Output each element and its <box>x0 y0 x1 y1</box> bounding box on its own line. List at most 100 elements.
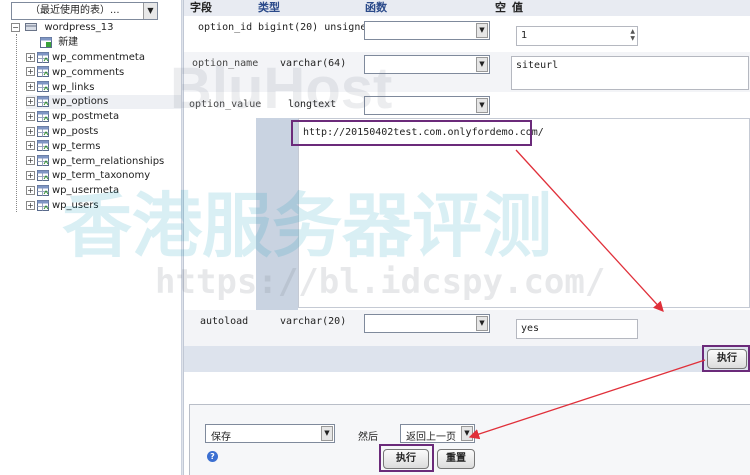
expand-icon[interactable]: + <box>26 200 35 210</box>
recent-tables-value: （最近使用的表）... <box>30 5 120 16</box>
chevron-down-icon[interactable]: ▼ <box>321 426 333 441</box>
highlight-execute-top <box>702 345 750 372</box>
table-icon <box>37 125 49 137</box>
database-name: wordpress_13 <box>44 22 114 33</box>
field-autoload: autoload <box>200 316 249 327</box>
table-item[interactable]: + wp_comments <box>26 66 181 80</box>
expand-icon[interactable]: + <box>26 156 35 166</box>
chevron-down-icon[interactable]: ▼ <box>476 98 488 113</box>
table-item[interactable]: + wp_usermeta <box>26 184 181 198</box>
table-name: wp_posts <box>52 126 99 137</box>
value-input-option-name[interactable]: siteurl <box>511 56 749 90</box>
header-function: 函数 <box>365 1 387 14</box>
table-icon <box>37 110 49 122</box>
chevron-down-icon[interactable]: ▼ <box>461 426 473 441</box>
table-name: wp_links <box>52 81 95 93</box>
value-textarea-option-value[interactable] <box>298 118 750 308</box>
function-select-option-value[interactable]: ▼ <box>364 96 490 115</box>
table-item[interactable]: + wp_term_relationships <box>26 155 181 169</box>
type-option-id: bigint(20) unsigned <box>258 22 373 33</box>
table-icon <box>37 66 49 78</box>
expand-icon[interactable]: + <box>26 111 35 121</box>
textarea-gutter <box>256 118 298 310</box>
header-null: 空 <box>495 1 506 14</box>
table-item[interactable]: + wp_postmeta <box>26 110 181 124</box>
type-option-value: longtext <box>288 99 337 110</box>
field-option-value: option_value <box>189 99 262 110</box>
expand-icon[interactable]: + <box>26 82 35 92</box>
after-insert-value: 返回上一页 <box>406 432 456 443</box>
expand-icon[interactable]: + <box>26 52 35 62</box>
table-item[interactable]: + wp_options <box>26 95 181 110</box>
table-item[interactable]: + wp_links <box>26 81 181 95</box>
header-type: 类型 <box>258 1 280 14</box>
value-input-option-id[interactable]: 1 ▲ ▼ <box>516 26 638 46</box>
table-icon <box>37 199 49 211</box>
field-option-id: option_id <box>198 22 253 33</box>
new-table-icon <box>40 36 52 48</box>
table-name: wp_comments <box>52 66 125 78</box>
action-select[interactable]: 保存 ▼ <box>205 424 335 443</box>
header-field: 字段 <box>190 1 212 14</box>
function-select-autoload[interactable]: ▼ <box>364 314 490 333</box>
table-icon <box>37 51 49 63</box>
table-name: wp_term_taxonomy <box>52 170 151 182</box>
insert-row-form: 字段 类型 函数 空 值 option_id bigint(20) unsign… <box>184 0 750 475</box>
table-icon <box>37 169 49 181</box>
value-option-name: siteurl <box>516 60 559 71</box>
table-icon <box>37 155 49 167</box>
expand-icon[interactable]: + <box>26 141 35 151</box>
type-option-name: varchar(64) <box>280 58 347 69</box>
type-autoload: varchar(20) <box>280 316 347 327</box>
navigation-panel: （最近使用的表）... ▼ − wordpress_13 新建 + wp_comm… <box>0 0 181 475</box>
spacer <box>184 372 750 404</box>
value-option-id: 1 <box>521 30 528 41</box>
expand-icon[interactable]: + <box>26 170 35 180</box>
table-item[interactable]: + wp_posts <box>26 125 181 139</box>
database-icon <box>25 23 38 31</box>
execute-bar <box>184 346 750 372</box>
collapse-icon[interactable]: − <box>11 22 20 32</box>
table-item[interactable]: + wp_commentmeta <box>26 51 181 65</box>
then-label: 然后 <box>358 432 378 443</box>
database-node[interactable]: − wordpress_13 <box>11 21 114 35</box>
table-name: wp_users <box>52 200 99 211</box>
expand-icon[interactable]: + <box>26 96 35 106</box>
action-select-value: 保存 <box>211 432 231 443</box>
table-name: wp_commentmeta <box>52 52 145 63</box>
table-item[interactable]: + wp_users <box>26 199 181 213</box>
expand-icon[interactable]: + <box>26 126 35 136</box>
table-name: wp_terms <box>52 140 101 152</box>
table-item[interactable]: + wp_terms <box>26 140 181 154</box>
highlight-execute-bottom <box>379 444 434 472</box>
expand-icon[interactable]: + <box>26 185 35 195</box>
tree-guide-line <box>16 34 17 212</box>
table-name: wp_term_relationships <box>52 155 165 167</box>
table-icon <box>37 140 49 152</box>
new-table-link[interactable]: 新建 <box>40 36 78 50</box>
table-name: wp_usermeta <box>52 185 120 197</box>
value-input-autoload[interactable]: yes <box>516 319 638 339</box>
function-select-option-id[interactable]: ▼ <box>364 21 490 40</box>
after-insert-select[interactable]: 返回上一页 ▼ <box>400 424 475 443</box>
table-icon <box>37 81 49 93</box>
value-autoload: yes <box>521 323 540 334</box>
expand-icon[interactable]: + <box>26 67 35 77</box>
highlight-url-box <box>291 120 532 146</box>
chevron-down-icon[interactable]: ▼ <box>476 57 488 72</box>
header-value: 值 <box>512 1 523 14</box>
field-option-name: option_name <box>192 58 259 69</box>
spinner-icon[interactable]: ▲ ▼ <box>630 28 635 42</box>
function-select-option-name[interactable]: ▼ <box>364 55 490 74</box>
table-item[interactable]: + wp_term_taxonomy <box>26 169 181 183</box>
chevron-down-icon[interactable]: ▼ <box>476 23 488 38</box>
chevron-down-icon[interactable]: ▼ <box>476 316 488 331</box>
recent-tables-select[interactable]: （最近使用的表）... ▼ <box>11 2 158 20</box>
help-icon[interactable]: ? <box>207 451 218 462</box>
table-name: wp_postmeta <box>52 111 120 123</box>
new-table-label: 新建 <box>58 37 79 48</box>
reset-button[interactable]: 重置 <box>437 449 475 469</box>
table-name: wp_options <box>52 96 109 108</box>
chevron-down-icon[interactable]: ▼ <box>143 3 157 19</box>
table-icon <box>37 95 49 107</box>
